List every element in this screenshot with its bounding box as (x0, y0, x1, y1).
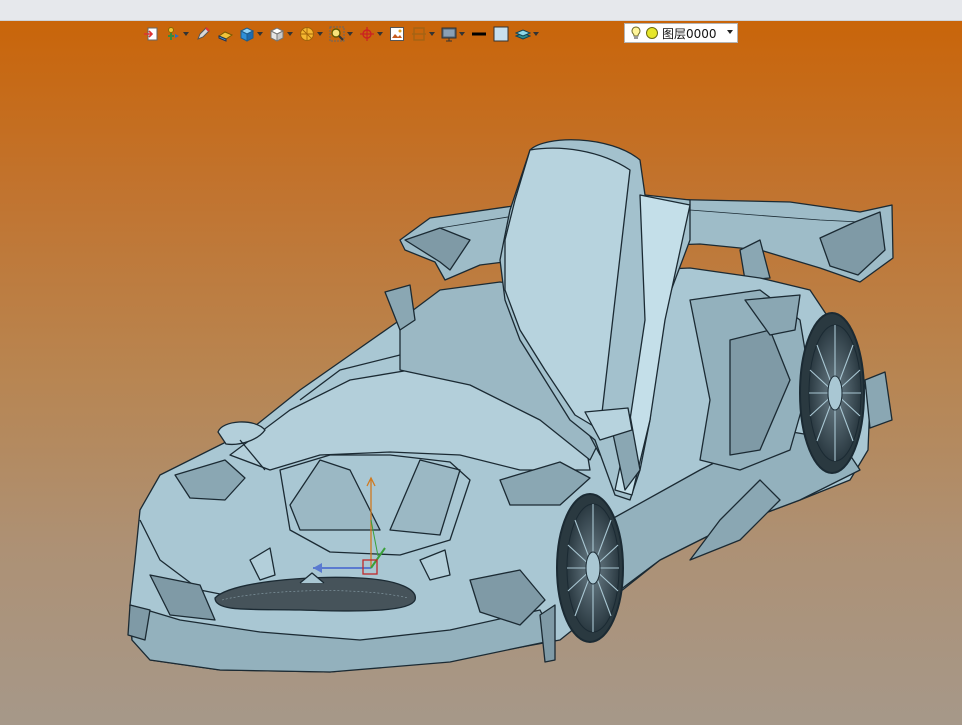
rear-wheel (799, 312, 865, 474)
front-wheel (556, 493, 624, 643)
car-model[interactable] (0, 0, 962, 725)
